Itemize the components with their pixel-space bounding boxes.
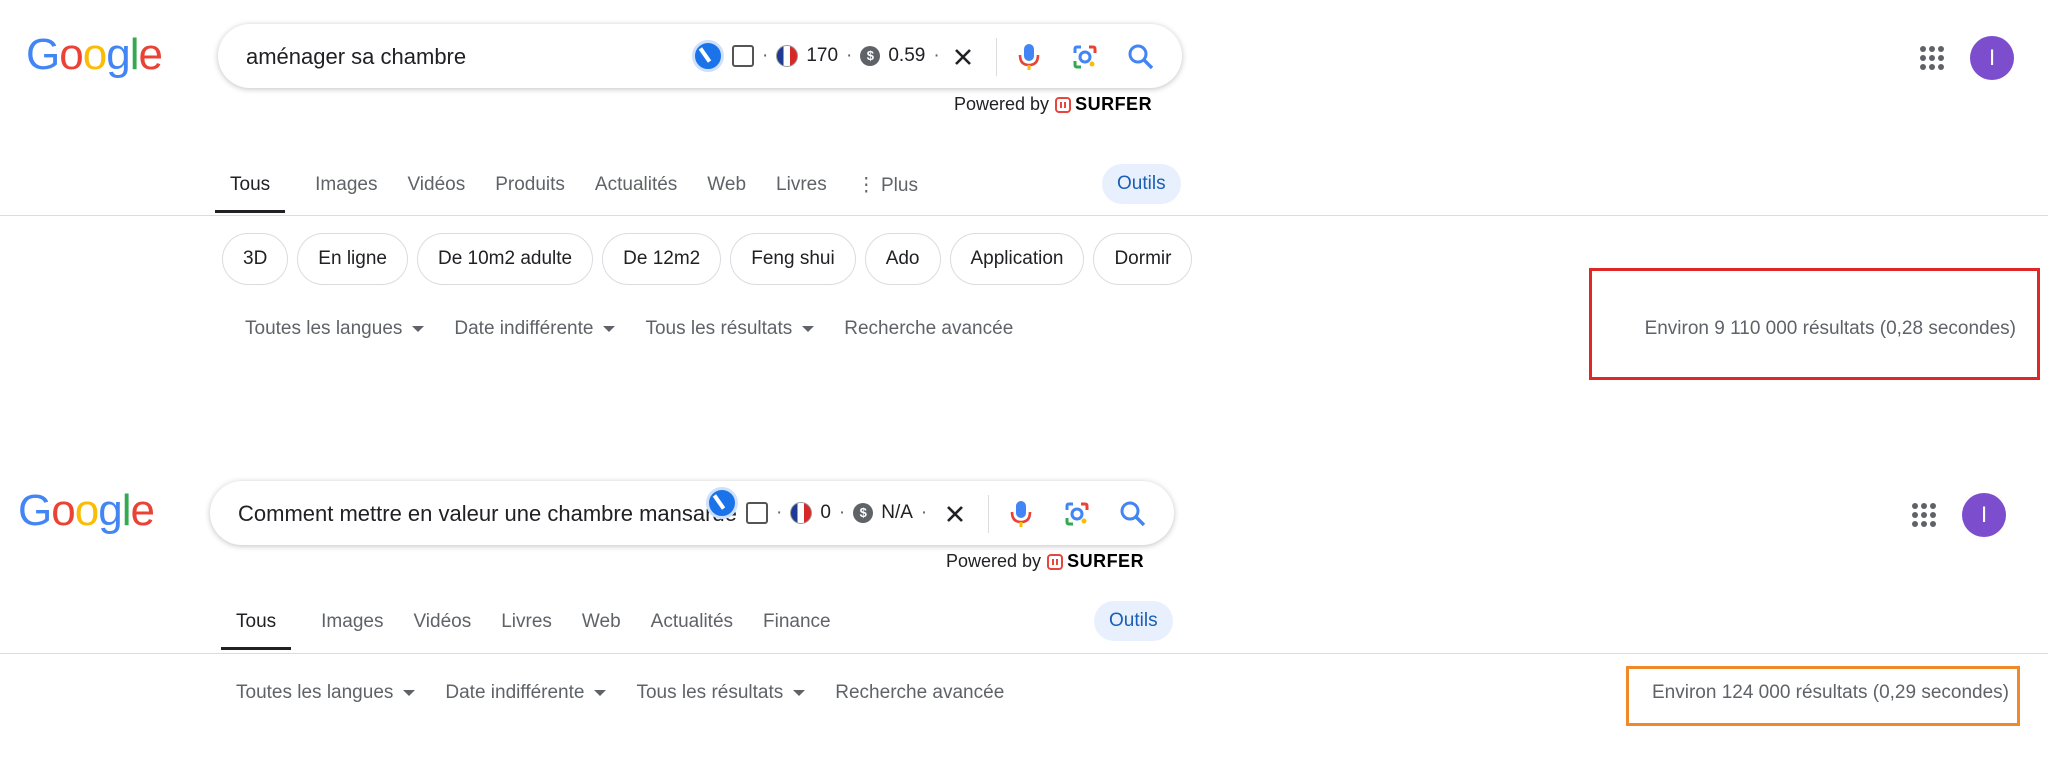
- keyword-checkbox[interactable]: [746, 502, 768, 524]
- avatar[interactable]: I: [1962, 493, 2006, 537]
- search-box[interactable]: Comment mettre en valeur une chambre man…: [210, 481, 1174, 545]
- cpc-value: N/A: [881, 502, 913, 523]
- divider: [988, 495, 989, 533]
- logo-letter: e: [130, 486, 155, 535]
- tab-images[interactable]: Images: [321, 611, 383, 650]
- powered-by-label: Powered by: [946, 551, 1042, 571]
- tab-actualites[interactable]: Actualités: [651, 611, 733, 650]
- tab-livres[interactable]: Livres: [501, 611, 552, 650]
- advanced-search-link[interactable]: Recherche avancée: [835, 682, 1004, 704]
- separator: ·: [920, 502, 928, 523]
- search-volume: 0: [820, 502, 831, 523]
- filter-label: Toutes les langues: [236, 682, 394, 703]
- apps-grid-icon[interactable]: [1912, 503, 1936, 527]
- tools-button[interactable]: Outils: [1094, 601, 1173, 641]
- logo-letter: l: [121, 486, 132, 535]
- logo-letter: o: [74, 486, 100, 535]
- tab-videos[interactable]: Vidéos: [413, 611, 471, 650]
- lens-camera-icon[interactable]: [1060, 497, 1094, 531]
- results-filter[interactable]: Tous les résultats: [636, 682, 806, 704]
- tab-web[interactable]: Web: [582, 611, 621, 650]
- microphone-icon[interactable]: [1004, 497, 1038, 531]
- search-filters: Toutes les langues Date indifférente Tou…: [236, 682, 1004, 704]
- language-filter[interactable]: Toutes les langues: [236, 682, 416, 704]
- surfer-logo[interactable]: SURFER: [1047, 551, 1144, 572]
- caret-down-icon: [793, 690, 806, 696]
- search-icon[interactable]: [1116, 497, 1150, 531]
- separator: ·: [776, 502, 783, 523]
- separator: ·: [838, 502, 846, 523]
- logo-letter: G: [18, 486, 52, 535]
- powered-by-surfer: Powered by SURFER: [946, 551, 1144, 572]
- logo-letter: g: [98, 486, 123, 535]
- date-filter[interactable]: Date indifférente: [445, 682, 607, 704]
- surfer-keyword-widget: · 0 · $ N/A ·: [706, 487, 928, 529]
- divider: [0, 653, 2048, 654]
- results-panel-2: Google Comment mettre en valeur une cham…: [0, 0, 2048, 777]
- search-tabs: Tous Images Vidéos Livres Web Actualités…: [221, 611, 861, 650]
- filter-label: Tous les résultats: [636, 682, 784, 703]
- dollar-coin-icon: $: [853, 503, 874, 523]
- tab-finance[interactable]: Finance: [763, 611, 831, 650]
- tab-tous[interactable]: Tous: [221, 611, 292, 650]
- filter-label: Date indifférente: [445, 682, 585, 703]
- search-input[interactable]: Comment mettre en valeur une chambre man…: [238, 501, 737, 527]
- clear-icon[interactable]: [938, 497, 972, 531]
- surfer-logo-icon: [1047, 553, 1064, 570]
- surfer-logo-text: SURFER: [1067, 551, 1145, 571]
- surfer-badge-icon[interactable]: [706, 487, 738, 519]
- caret-down-icon: [594, 690, 607, 696]
- caret-down-icon: [403, 690, 416, 696]
- logo-letter: o: [51, 486, 76, 535]
- google-logo[interactable]: Google: [18, 486, 155, 536]
- results-count: Environ 124 000 résultats (0,29 secondes…: [1652, 682, 2009, 703]
- france-flag-icon: [790, 502, 813, 524]
